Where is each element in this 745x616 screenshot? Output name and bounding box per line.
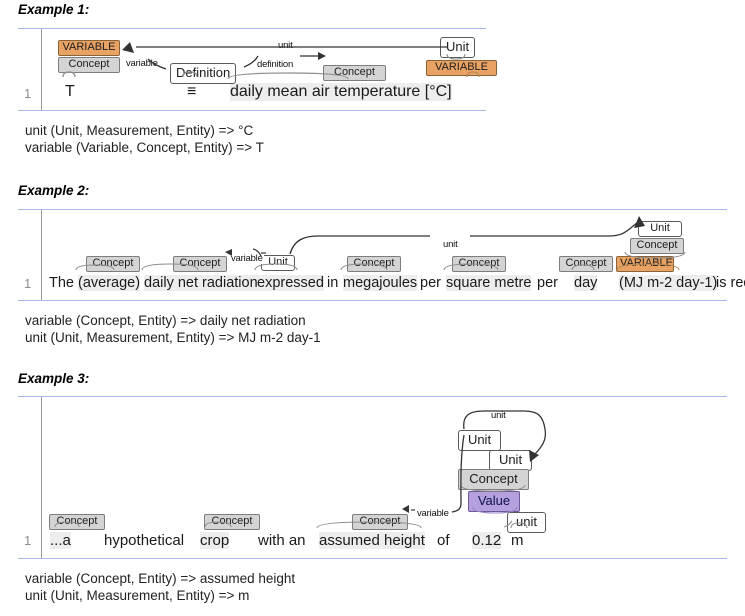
example-1-edges	[62, 42, 480, 80]
example-1-diagram: 1 T ≡ daily mean air temperature [°C] VA…	[18, 28, 497, 111]
example-1-title: Example 1:	[18, 2, 90, 17]
example-3-title: Example 3:	[18, 371, 90, 386]
example-2-edges	[75, 216, 686, 271]
example-2-title: Example 2:	[18, 183, 90, 198]
example-3-annotation-line-2: unit (Unit, Measurement, Entity) => m	[25, 588, 250, 603]
example-2-annotation-line-2: unit (Unit, Measurement, Entity) => MJ m…	[25, 330, 321, 345]
example-3-edges	[54, 410, 547, 529]
example-1-annotation-line-2: variable (Variable, Concept, Entity) => …	[25, 140, 264, 155]
example-3-annotation-line-1: variable (Concept, Entity) => assumed he…	[25, 571, 296, 586]
example-2-annotation-line-1: variable (Concept, Entity) => daily net …	[25, 313, 306, 328]
example-2-diagram: 1 The (average) daily net radiation expr…	[18, 209, 745, 301]
example-1-annotation-line-1: unit (Unit, Measurement, Entity) => °C	[25, 123, 254, 138]
example-3-diagram: 1 ...a hypothetical crop with an assumed…	[18, 396, 727, 559]
